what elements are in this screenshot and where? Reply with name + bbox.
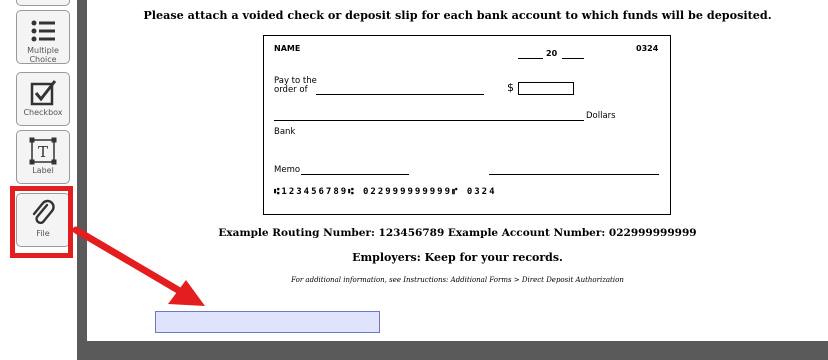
tool-label: Checkbox — [23, 108, 63, 117]
file-tool-highlight — [10, 186, 73, 258]
checkbox-icon — [28, 78, 58, 108]
date-line — [562, 58, 584, 59]
tool-label: Label — [32, 166, 54, 175]
dollars-label: Dollars — [586, 111, 616, 121]
toolbar-divider — [77, 0, 87, 360]
example-numbers: Example Routing Number: 123456789 Exampl… — [218, 227, 697, 239]
text-label-icon: T — [28, 136, 58, 166]
bank-label: Bank — [274, 127, 296, 137]
payee-line — [316, 94, 484, 95]
attach-check-instruction: Please attach a voided check or deposit … — [143, 8, 772, 22]
date-line — [518, 58, 543, 59]
checkbox-tool-button[interactable]: Checkbox — [16, 72, 70, 126]
amount-words-line — [274, 120, 584, 121]
memo-line — [301, 174, 409, 175]
svg-text:T: T — [38, 143, 48, 161]
amount-box — [518, 82, 574, 95]
toolbar-item-partial[interactable] — [16, 0, 70, 6]
bottom-frame — [77, 341, 828, 360]
additional-info: For additional information, see Instruct… — [291, 276, 624, 284]
check-year: 20 — [546, 49, 558, 58]
signature-line — [489, 174, 659, 175]
check-name: NAME — [274, 44, 301, 53]
multiple-choice-icon — [28, 16, 58, 46]
sample-check: NAME 20 0324 Pay to the order of $ Dolla… — [263, 35, 671, 215]
check-number: 0324 — [636, 44, 659, 53]
memo-label: Memo — [274, 165, 301, 175]
field-toolbar: Multiple Choice Checkbox T Label File — [0, 0, 77, 360]
dollar-sign: $ — [507, 81, 514, 94]
micr-line: ⑆123456789⑆ 022999999999⑈ 0324 — [274, 187, 497, 197]
file-attachment-field[interactable] — [155, 311, 380, 333]
tool-label: Multiple Choice — [27, 46, 59, 64]
document-page: Please attach a voided check or deposit … — [87, 0, 828, 341]
multiple-choice-tool-button[interactable]: Multiple Choice — [16, 10, 70, 64]
order-of-label: order of — [274, 85, 308, 95]
employers-note: Employers: Keep for your records. — [352, 251, 563, 264]
label-tool-button[interactable]: T Label — [16, 130, 70, 184]
